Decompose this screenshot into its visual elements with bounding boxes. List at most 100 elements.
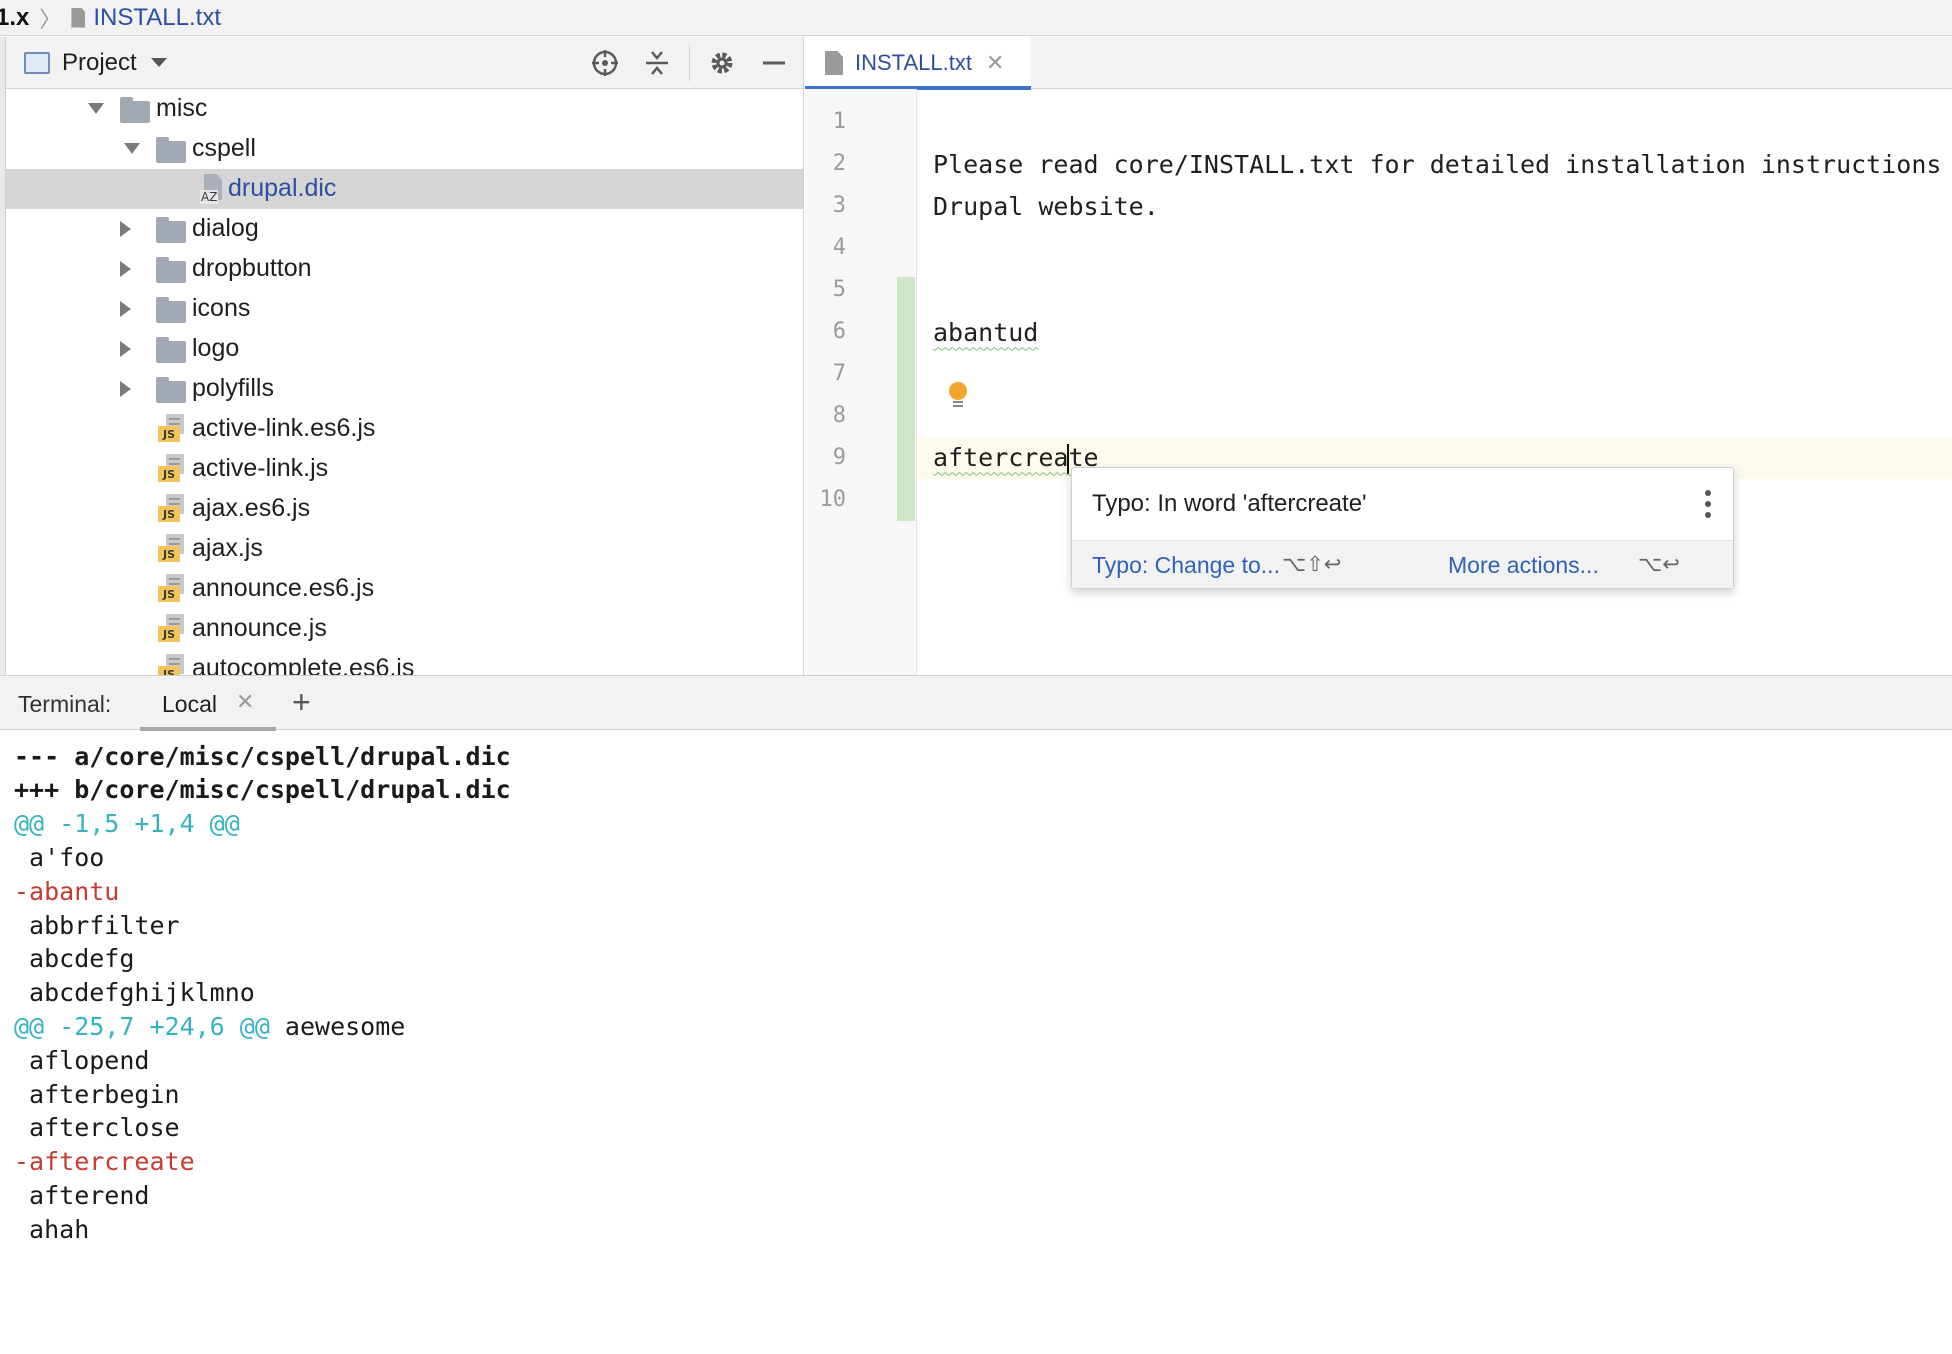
folder-icon [156, 257, 186, 283]
project-view-selector[interactable]: Project [62, 49, 137, 77]
close-icon[interactable]: ✕ [986, 50, 1004, 76]
terminal-line-suffix: aewesome [269, 1011, 406, 1041]
js-file-icon: JS [158, 534, 186, 564]
project-panel-header: Project [6, 37, 803, 89]
close-icon[interactable]: ✕ [236, 689, 254, 715]
terminal-line-text: @@ -1,5 +1,4 @@ [14, 809, 240, 839]
code-text: Please read core/INSTALL.txt for detaile… [933, 149, 1942, 179]
crosshair-icon[interactable] [589, 47, 621, 79]
line-number-gutter[interactable]: 1 2 3 4 5 6 7 8 9 10 [805, 89, 917, 675]
terminal-line-text: +++ b/core/misc/cspell/drupal.dic [14, 775, 511, 805]
tree-item-cspell[interactable]: cspell [6, 129, 803, 169]
terminal-line-text: afterclose [14, 1113, 180, 1143]
line-number: 2 [832, 151, 846, 176]
tree-item-label: logo [192, 334, 240, 362]
line-number: 9 [832, 445, 846, 470]
line-number: 7 [832, 361, 846, 386]
line-number: 3 [832, 193, 846, 218]
tab-local[interactable]: Local ✕ [140, 676, 276, 731]
collapsed-arrow-icon[interactable] [120, 261, 131, 277]
breadcrumb-file[interactable]: INSTALL.txt [93, 4, 221, 32]
code-line[interactable] [918, 101, 1952, 143]
typo-intention-popup: Typo: In word 'aftercreate' Typo: Change… [1071, 467, 1734, 589]
tree-item-js-file[interactable]: JS active-link.js [6, 449, 803, 489]
code-line[interactable] [918, 353, 1952, 395]
more-vertical-icon[interactable] [1705, 490, 1711, 518]
line-number: 5 [832, 277, 846, 302]
breadcrumb-root[interactable]: 1.x [0, 4, 29, 32]
terminal-output[interactable]: --- a/core/misc/cspell/drupal.dic +++ b/c… [0, 731, 1952, 1354]
tree-item-misc[interactable]: misc [6, 89, 803, 129]
js-file-icon: JS [158, 574, 186, 604]
project-view-icon [24, 51, 50, 74]
tree-item-dialog[interactable]: dialog [6, 209, 803, 249]
code-line[interactable] [918, 395, 1952, 437]
more-actions-action[interactable]: More actions... [1448, 552, 1599, 579]
terminal-line-text: abbrfilter [14, 910, 180, 940]
js-file-icon: JS [158, 614, 186, 644]
code-line[interactable]: Please read core/INSTALL.txt for detaile… [918, 143, 1952, 185]
tree-item-icons[interactable]: icons [6, 289, 803, 329]
minimize-icon[interactable] [758, 47, 790, 79]
tree-item-label: ajax.js [192, 534, 263, 562]
folder-icon [156, 137, 186, 163]
tab-install-txt[interactable]: INSTALL.txt ✕ [805, 37, 1031, 90]
more-actions-shortcut: ⌥↩ [1638, 552, 1680, 576]
js-file-icon: JS [158, 414, 186, 444]
tree-item-polyfills[interactable]: polyfills [6, 369, 803, 409]
code-line[interactable]: abantud [918, 311, 1952, 353]
tree-item-dropbutton[interactable]: dropbutton [6, 249, 803, 289]
tree-item-label: dialog [192, 214, 259, 242]
terminal-line-text: ahah [14, 1214, 90, 1244]
collapsed-arrow-icon[interactable] [120, 221, 131, 237]
tree-item-js-file[interactable]: JS ajax.es6.js [6, 489, 803, 529]
terminal-line-text: --- a/core/misc/cspell/drupal.dic [14, 741, 511, 771]
code-text: abantud [933, 317, 1039, 347]
terminal-line: ahah [14, 1208, 89, 1250]
code-line[interactable] [918, 269, 1952, 311]
tree-item-label: icons [192, 294, 251, 322]
collapsed-arrow-icon[interactable] [120, 381, 131, 397]
folder-icon [156, 297, 186, 323]
project-tree[interactable]: misc cspell AZ drupal.dic dialog dropbut… [6, 89, 803, 675]
collapsed-arrow-icon[interactable] [120, 341, 131, 357]
tree-item-js-file[interactable]: JS announce.js [6, 609, 803, 649]
tree-item-js-file[interactable]: JS autocomplete.es6.js [6, 649, 803, 675]
line-number: 1 [832, 109, 846, 134]
project-panel: Project misc cspell AZ drupal.dic dialog… [6, 37, 804, 675]
tree-item-label: drupal.dic [228, 174, 337, 202]
code-line[interactable]: Drupal website. [918, 185, 1952, 227]
js-file-icon: JS [158, 494, 186, 524]
lightbulb-icon[interactable] [948, 382, 968, 412]
tree-item-label: active-link.js [192, 454, 329, 482]
folder-icon [156, 337, 186, 363]
breadcrumb-separator-icon: 〉 [39, 6, 62, 32]
tree-item-js-file[interactable]: JS announce.es6.js [6, 569, 803, 609]
tab-label: Local [162, 691, 217, 717]
add-terminal-icon[interactable]: + [292, 684, 311, 721]
js-file-icon: JS [158, 654, 186, 675]
gear-icon[interactable] [706, 47, 738, 79]
tree-item-label: misc [156, 94, 208, 122]
tree-item-js-file[interactable]: JS ajax.js [6, 529, 803, 569]
change-to-action[interactable]: Typo: Change to... [1092, 552, 1280, 579]
tree-item-label: active-link.es6.js [192, 414, 376, 442]
editor-tab-bar: INSTALL.txt ✕ [805, 37, 1952, 90]
collapse-all-icon[interactable] [641, 47, 673, 79]
tree-item-label: announce.es6.js [192, 574, 375, 602]
tree-item-drupal-dic[interactable]: AZ drupal.dic [6, 169, 803, 209]
tree-item-label: announce.js [192, 614, 327, 642]
tree-item-label: cspell [192, 134, 256, 162]
file-text-icon [825, 51, 843, 75]
expanded-arrow-icon[interactable] [124, 143, 140, 154]
terminal-line-text: abcdefg [14, 944, 135, 974]
chevron-down-icon[interactable] [150, 58, 167, 67]
line-number: 10 [819, 487, 847, 512]
tree-item-js-file[interactable]: JS active-link.es6.js [6, 409, 803, 449]
tree-item-logo[interactable]: logo [6, 329, 803, 369]
code-line[interactable] [918, 227, 1952, 269]
expanded-arrow-icon[interactable] [88, 103, 104, 114]
collapsed-arrow-icon[interactable] [120, 301, 131, 317]
popup-title: Typo: In word 'aftercreate' [1092, 490, 1367, 517]
changed-lines-marker[interactable] [897, 277, 915, 521]
